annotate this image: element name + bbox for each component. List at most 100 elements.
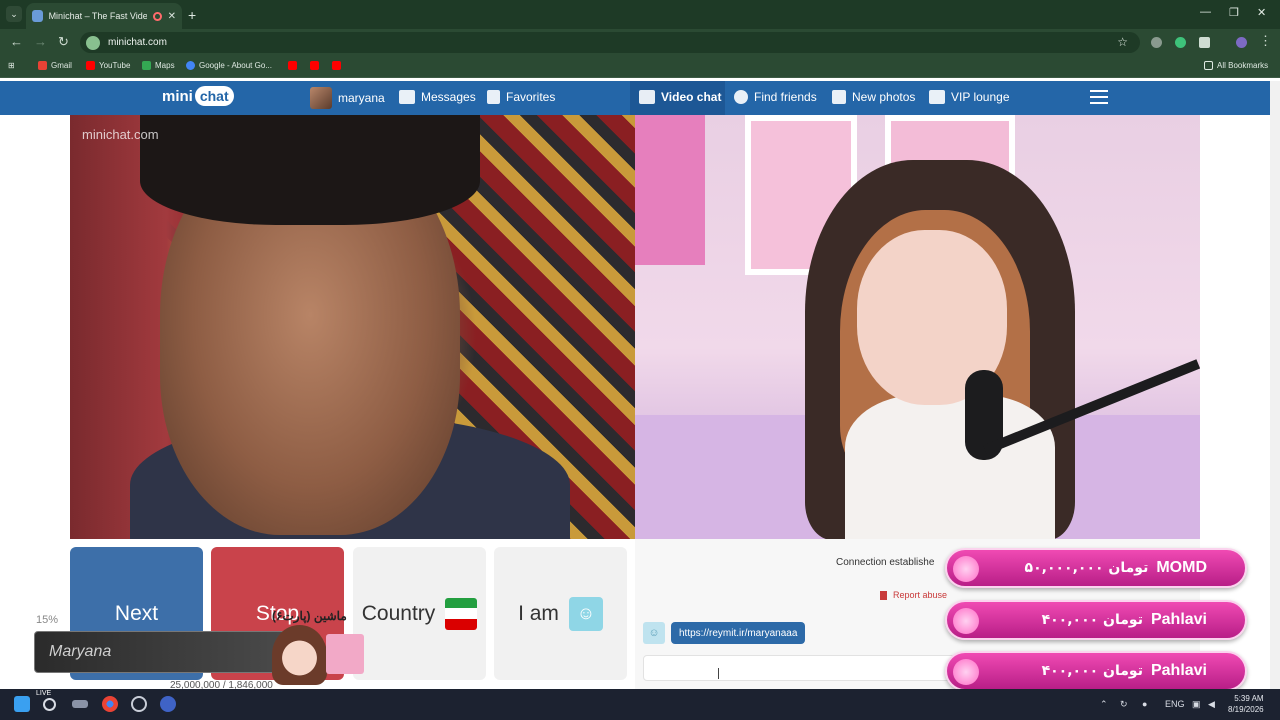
bookmark-star-icon[interactable]: ☆ bbox=[1117, 35, 1128, 49]
stream-banner: Maryana bbox=[34, 631, 289, 673]
page-scrollbar[interactable] bbox=[1270, 81, 1280, 689]
browser-toolbar: ← → ↻ minichat.com ☆ ⋮ bbox=[0, 29, 1280, 56]
photos-grid-icon bbox=[832, 90, 846, 104]
bookmark-label: Maps bbox=[155, 61, 175, 70]
network-icon[interactable]: ▣ bbox=[1192, 699, 1201, 710]
tab-title: Minichat – The Fast Video C bbox=[48, 11, 148, 21]
donor-name: Pahlavi bbox=[1150, 662, 1207, 679]
bookmark-youtube-3[interactable] bbox=[310, 61, 319, 70]
connection-status: Connection establishe bbox=[836, 557, 935, 568]
tab-close-icon[interactable]: ✕ bbox=[168, 11, 176, 22]
tab-list-chevron-icon[interactable]: ⌄ bbox=[6, 6, 22, 22]
window-close-icon[interactable]: ✕ bbox=[1257, 6, 1266, 19]
reload-icon[interactable]: ↻ bbox=[58, 34, 69, 50]
volume-icon[interactable]: ◀ bbox=[1208, 699, 1215, 710]
nav-video-chat[interactable]: Video chat bbox=[639, 90, 721, 104]
minichat-logo[interactable]: mini chat bbox=[162, 86, 234, 106]
address-bar[interactable]: minichat.com ☆ bbox=[80, 32, 1140, 53]
youtube-icon bbox=[86, 61, 95, 70]
nav-new-photos[interactable]: New photos bbox=[832, 90, 915, 104]
donation-alert: ۴۰۰,۰۰۰ تومان Pahlavi bbox=[945, 600, 1247, 640]
gem-icon bbox=[953, 659, 979, 685]
flag-icon bbox=[880, 590, 887, 600]
nav-label: Video chat bbox=[661, 90, 722, 104]
google-icon bbox=[186, 61, 195, 70]
app-icon[interactable] bbox=[131, 696, 147, 712]
streamer-top bbox=[845, 395, 1055, 539]
search-icon[interactable] bbox=[43, 698, 56, 711]
next-label: Next bbox=[114, 601, 159, 625]
cloud-icon[interactable] bbox=[72, 700, 88, 708]
nav-find-friends[interactable]: Find friends bbox=[734, 90, 817, 104]
back-icon[interactable]: ← bbox=[10, 34, 23, 49]
system-clock[interactable]: 5:39 AM 8/19/2026 bbox=[1228, 693, 1264, 715]
country-label: Country bbox=[361, 601, 436, 625]
youtube-icon bbox=[332, 61, 341, 70]
donation-amount: ۵۰,۰۰۰,۰۰۰ تومان bbox=[1024, 560, 1149, 576]
cartoon-avatar bbox=[272, 625, 327, 685]
country-selector[interactable]: Country bbox=[353, 547, 486, 680]
windows-taskbar: LIVE ⌃ ↻ ● ENG ▣ ◀ 5:39 AM 8/19/2026 bbox=[0, 689, 1280, 720]
microphone-icon[interactable]: ● bbox=[1142, 699, 1147, 709]
nav-label: Find friends bbox=[754, 90, 817, 104]
folder-icon bbox=[1204, 61, 1213, 70]
sticker-card bbox=[326, 634, 364, 674]
bookmark-gmail[interactable]: Gmail bbox=[38, 61, 72, 70]
nav-favorites[interactable]: Favorites bbox=[487, 90, 555, 104]
partner-video-feed: minichat.com bbox=[70, 115, 635, 539]
gem-icon bbox=[953, 608, 979, 634]
chat-message-link[interactable]: https://reymit.ir/maryanaaa bbox=[671, 622, 806, 644]
bookmark-youtube-2[interactable] bbox=[288, 61, 297, 70]
forward-icon[interactable]: → bbox=[34, 34, 47, 49]
nav-label: New photos bbox=[852, 90, 916, 104]
goal-percent: 15% bbox=[36, 614, 59, 626]
bookmark-youtube-4[interactable] bbox=[332, 61, 341, 70]
bookmark-youtube[interactable]: YouTube bbox=[86, 61, 130, 70]
donor-name: MOMD bbox=[1156, 559, 1207, 576]
wall-poster bbox=[635, 115, 705, 265]
site-navbar: mini chat maryana Messages Favorites Vid… bbox=[0, 81, 1270, 115]
menu-kebab-icon[interactable]: ⋮ bbox=[1259, 33, 1272, 49]
hamburger-menu-icon[interactable] bbox=[1090, 90, 1108, 104]
chrome-icon[interactable] bbox=[102, 696, 118, 712]
crown-icon bbox=[929, 90, 945, 104]
nav-label: Favorites bbox=[506, 90, 556, 104]
windows-start-icon[interactable] bbox=[14, 696, 30, 712]
clock-date: 8/19/2026 bbox=[1228, 705, 1264, 714]
logo-mini-text: mini bbox=[162, 87, 193, 105]
browser-tab[interactable]: Minichat – The Fast Video C ✕ bbox=[26, 3, 182, 29]
tab-favicon-icon bbox=[32, 10, 43, 22]
bookmarks-bar: ⊞ Gmail YouTube Maps Google - About Go..… bbox=[0, 56, 1280, 78]
gender-selector[interactable]: I am ☺ bbox=[494, 547, 627, 680]
nav-messages[interactable]: Messages bbox=[399, 90, 476, 104]
chat-message-input[interactable] bbox=[643, 655, 993, 681]
bookmark-icon bbox=[487, 90, 500, 104]
person-icon: ☺ bbox=[568, 596, 603, 631]
profile-avatar[interactable] bbox=[1236, 37, 1247, 48]
all-bookmarks[interactable]: All Bookmarks bbox=[1204, 61, 1268, 70]
extensions-puzzle-icon[interactable] bbox=[1199, 37, 1210, 48]
report-abuse-link[interactable]: Report abuse bbox=[880, 590, 947, 600]
donation-alert: ۴۰۰,۰۰۰ تومان Pahlavi bbox=[945, 651, 1247, 691]
shield-extension-icon[interactable] bbox=[1175, 37, 1186, 48]
avatar bbox=[310, 87, 332, 109]
extension-icon[interactable] bbox=[1151, 37, 1162, 48]
maps-icon bbox=[142, 61, 151, 70]
bookmark-maps[interactable]: Maps bbox=[142, 61, 175, 70]
nav-vip-lounge[interactable]: VIP lounge bbox=[929, 90, 1010, 104]
apps-grid-icon[interactable]: ⊞ bbox=[8, 61, 15, 70]
language-indicator[interactable]: ENG bbox=[1165, 699, 1185, 709]
nav-profile[interactable]: maryana bbox=[310, 87, 385, 109]
bookmark-google-about[interactable]: Google - About Go... bbox=[186, 61, 272, 70]
partner-hair bbox=[140, 115, 480, 225]
word-icon[interactable] bbox=[160, 696, 176, 712]
site-info-icon[interactable] bbox=[86, 35, 100, 50]
video-camera-icon bbox=[639, 90, 655, 104]
restore-icon[interactable]: ❐ bbox=[1229, 6, 1239, 19]
tray-sync-icon[interactable]: ↻ bbox=[1120, 699, 1128, 710]
donation-alert: ۵۰,۰۰۰,۰۰۰ تومان MOMD bbox=[945, 548, 1247, 588]
bookmark-label: All Bookmarks bbox=[1217, 61, 1269, 70]
new-tab-icon[interactable]: + bbox=[188, 7, 196, 23]
tray-chevron-icon[interactable]: ⌃ bbox=[1100, 699, 1108, 710]
minimize-icon[interactable]: — bbox=[1200, 6, 1211, 18]
